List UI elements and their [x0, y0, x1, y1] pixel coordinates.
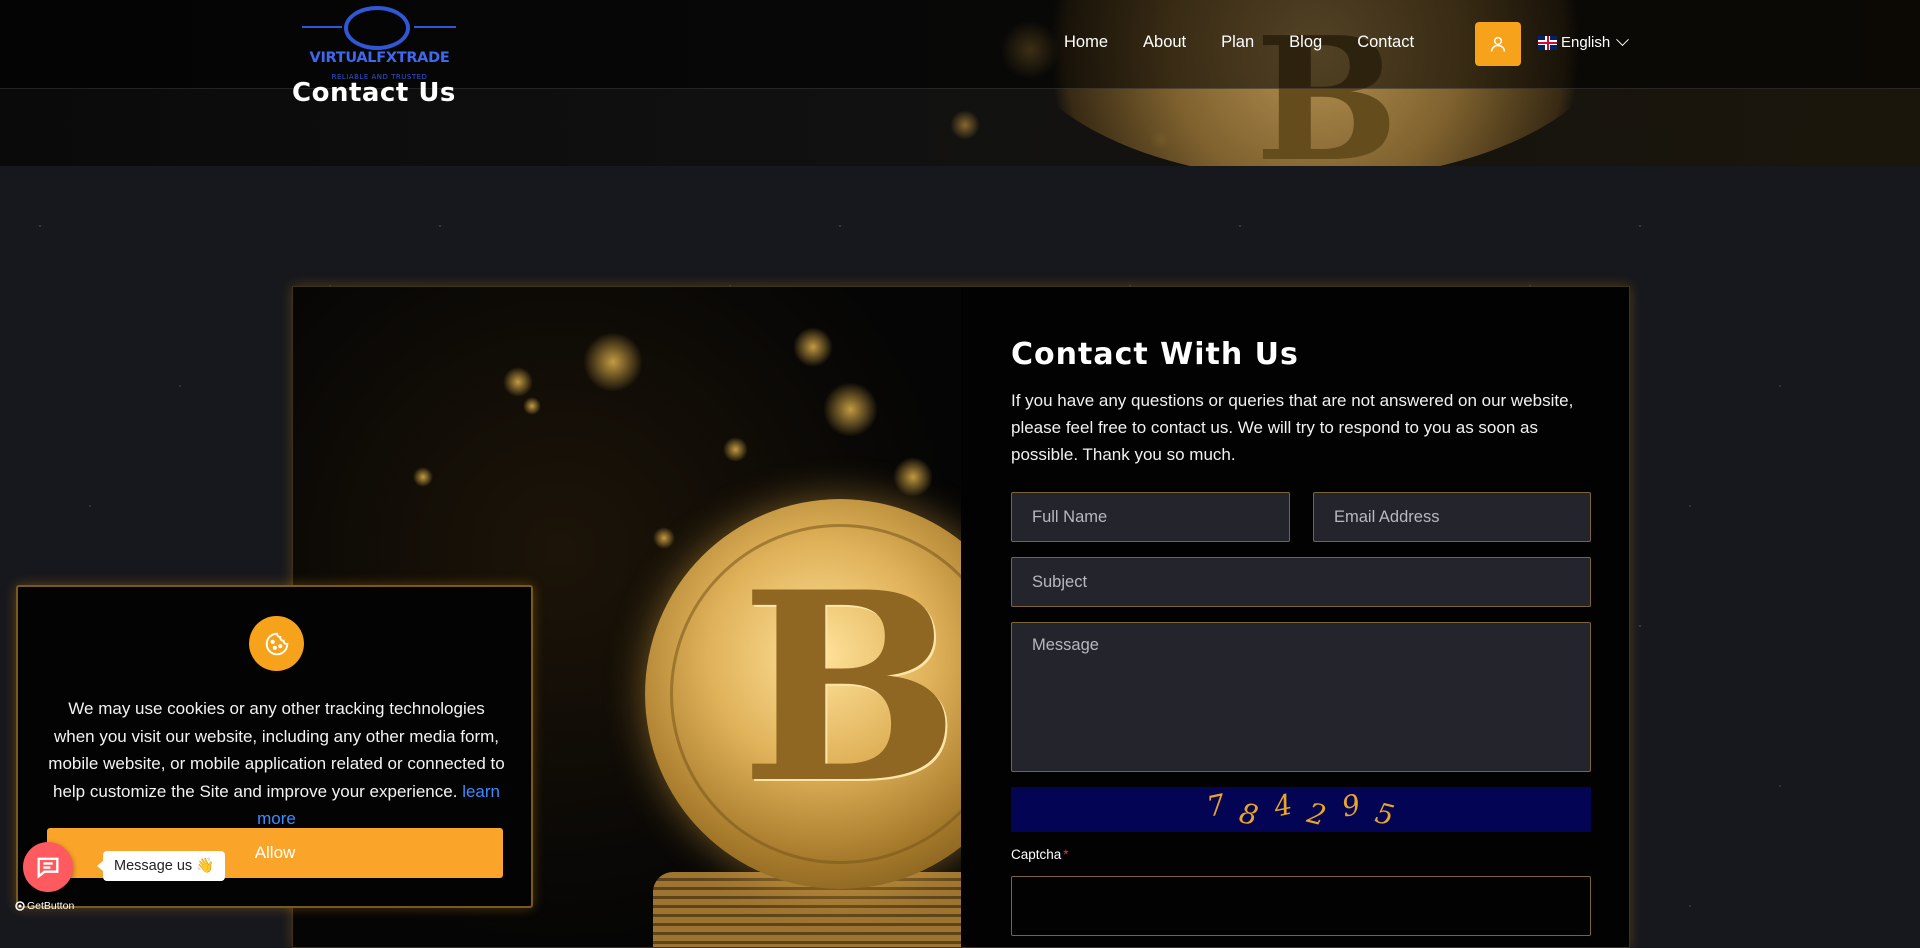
nav-contact[interactable]: Contact [1357, 33, 1414, 52]
captcha-char: 8 [1236, 796, 1262, 833]
captcha-char: 2 [1304, 796, 1330, 833]
message-textarea[interactable]: Message [1011, 622, 1591, 772]
contact-form-description: If you have any questions or queries tha… [1011, 391, 1574, 464]
uk-flag-icon [1538, 35, 1557, 50]
captcha-char: 4 [1271, 787, 1296, 824]
user-icon [1490, 36, 1506, 52]
captcha-input[interactable] [1011, 876, 1591, 936]
chat-bubble-icon [37, 857, 59, 879]
hero-bokeh [950, 110, 980, 140]
nav-blog[interactable]: Blog [1289, 33, 1322, 52]
getbutton-branding[interactable]: GetButton [15, 900, 74, 912]
cookie-text: We may use cookies or any other tracking… [48, 699, 505, 828]
captcha-label: Captcha * [1011, 847, 1069, 862]
hero-banner: B Contact Us [0, 0, 1920, 166]
full-name-input[interactable]: Full Name [1011, 492, 1290, 542]
chat-greeting-bubble[interactable]: Message us 👋 [96, 851, 226, 881]
email-input[interactable]: Email Address [1313, 492, 1591, 542]
language-selector[interactable]: English [1538, 33, 1630, 51]
site-logo[interactable]: VIRTUALFXTRADE RELIABLE AND TRUSTED [292, 2, 467, 84]
logo-tagline: RELIABLE AND TRUSTED [331, 73, 428, 81]
logo-brand-text: VIRTUALFXTRADE [309, 50, 450, 66]
contact-form-title: Contact With Us [1011, 337, 1299, 372]
getbutton-logo-icon [15, 901, 25, 911]
nav-plan[interactable]: Plan [1221, 33, 1254, 52]
main-nav: Home About Plan Blog Contact [1064, 33, 1449, 52]
header-bar [0, 0, 1920, 89]
logo-emblem [344, 6, 410, 50]
captcha-char: 7 [1203, 787, 1228, 824]
user-account-button[interactable] [1475, 22, 1521, 66]
chat-launcher-button[interactable] [23, 842, 73, 892]
nav-home[interactable]: Home [1064, 33, 1108, 52]
cookie-banner: We may use cookies or any other tracking… [16, 585, 533, 908]
chevron-down-icon [1616, 33, 1630, 47]
cookie-icon [249, 616, 304, 671]
captcha-char: 5 [1371, 796, 1398, 833]
captcha-image: 7 8 4 2 9 5 [1011, 787, 1591, 833]
bitcoin-coin: B [645, 499, 961, 889]
required-mark: * [1063, 847, 1069, 862]
language-label: English [1561, 34, 1611, 51]
subject-input[interactable]: Subject [1011, 557, 1591, 607]
captcha-char: 9 [1338, 787, 1364, 824]
nav-about[interactable]: About [1143, 33, 1186, 52]
